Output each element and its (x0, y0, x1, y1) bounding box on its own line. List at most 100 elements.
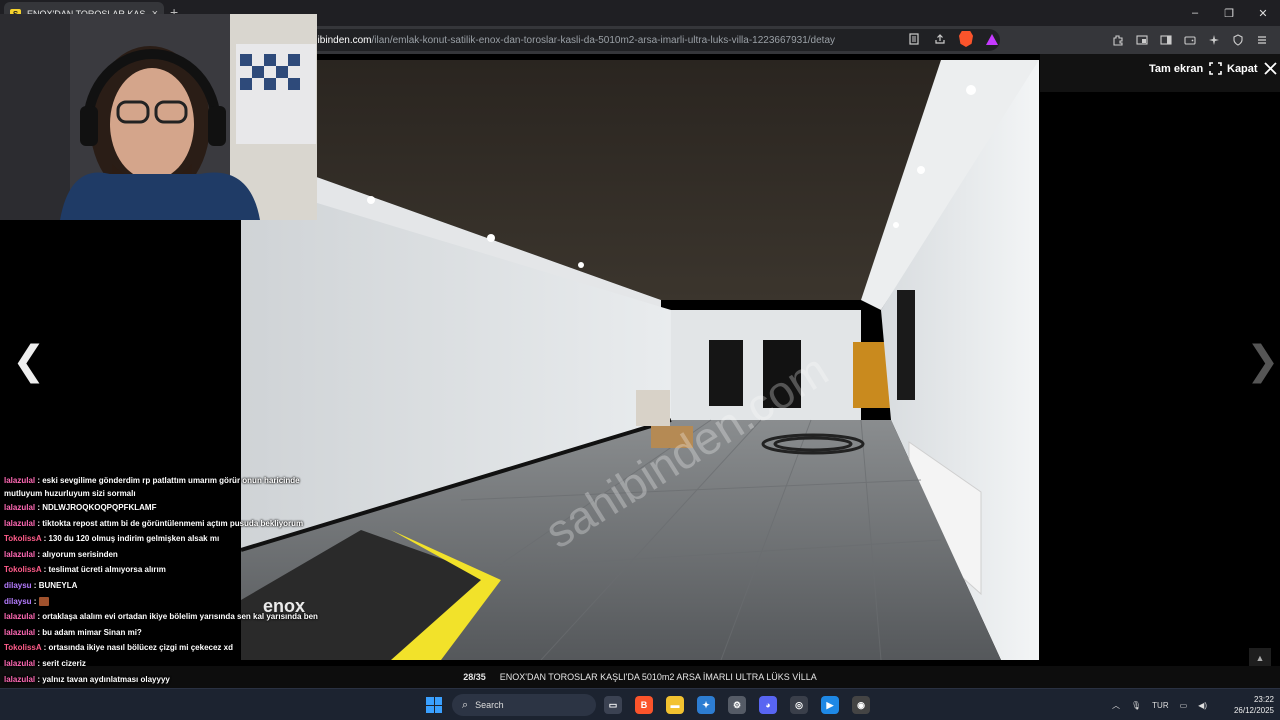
brave-rewards-icon[interactable] (984, 31, 1000, 47)
chat-username[interactable]: lalazulal (4, 503, 35, 512)
leo-ai-icon[interactable] (1206, 32, 1222, 48)
app-icon[interactable]: ✦ (697, 696, 715, 714)
chat-username[interactable]: dilaysu (4, 581, 32, 590)
chat-username[interactable]: TokolissA (4, 534, 41, 543)
chat-username[interactable]: lalazulal (4, 628, 35, 637)
listing-photo: sahibinden.com enox (241, 60, 1039, 660)
chat-text: BUNEYLA (38, 580, 78, 590)
url-domain: hibinden.com (312, 34, 372, 46)
chat-text: ortasında ikiye nasıl bölücez çizgi mi ç… (48, 643, 233, 653)
settings-gear-icon[interactable]: ⚙ (728, 696, 746, 714)
obs-icon[interactable]: ◉ (852, 696, 870, 714)
brave-browser-icon[interactable]: B (635, 696, 653, 714)
url-path: /ilan/emlak-konut-satilik-enox-dan-toros… (371, 34, 836, 46)
chat-text: serit cizeriz (42, 658, 86, 668)
reader-mode-icon[interactable] (906, 31, 922, 47)
chat-message: lalazulal : yalnız tavan aydınlatması ol… (0, 672, 320, 688)
chat-message: lalazulal : NDLWJROQKOQPQPFKLAMF (0, 500, 320, 516)
search-icon: ⌕ (462, 698, 469, 711)
next-photo-arrow[interactable]: ❯ (1246, 338, 1280, 384)
sidebar-icon[interactable] (1158, 32, 1174, 48)
chat-text: 130 du 120 olmuş indirim gelmişken alsak… (48, 534, 220, 544)
clock-time: 23:22 (1253, 695, 1274, 704)
chat-username[interactable]: lalazulal (4, 675, 35, 684)
chat-message: lalazulal : alıyorum serisinden (0, 547, 320, 563)
network-icon[interactable]: ▭ (1180, 701, 1188, 710)
extensions-icon[interactable] (1110, 32, 1126, 48)
tray-chevron-icon[interactable]: ︿ (1112, 700, 1120, 711)
chat-username[interactable]: lalazulal (4, 519, 35, 528)
windows-start-icon[interactable] (426, 697, 442, 713)
system-tray: ︿ 🎙 TUR ▭ ◀) (1112, 689, 1207, 720)
chat-username[interactable]: TokolissA (4, 643, 41, 652)
chat-message: lalazulal : eski sevgilime gönderdim rp … (0, 474, 320, 500)
chat-username[interactable]: lalazulal (4, 476, 35, 485)
search-label: Search (475, 700, 504, 710)
fullscreen-icon (1209, 62, 1223, 75)
window-controls: – ❐ ✕ (1178, 0, 1280, 26)
clock-date: 26/12/2025 (1233, 706, 1274, 715)
chat-text: eski sevgilime gönderdim rp patlattım um… (4, 476, 300, 498)
chat-username[interactable]: dilaysu (4, 597, 32, 606)
chat-message: lalazulal : tiktokta repost attım bi de … (0, 516, 320, 532)
app-arrow-icon[interactable]: ▶ (821, 696, 839, 714)
chat-message: lalazulal : serit cizeriz (0, 656, 320, 672)
share-icon[interactable] (932, 31, 948, 47)
chat-message: TokolissA : teslimat ücreti almıyorsa al… (0, 562, 320, 578)
chat-text: bu adam mimar Sinan mi? (42, 627, 142, 637)
address-bar[interactable]: hibinden.com /ilan/emlak-konut-satilik-e… (300, 29, 1000, 51)
media-icon[interactable] (1134, 32, 1150, 48)
restore-button[interactable]: ❐ (1212, 0, 1246, 26)
fullscreen-label: Tam ekran (1149, 62, 1204, 75)
toolbar-right-icons (1110, 32, 1270, 48)
chat-text: alıyorum serisinden (42, 549, 118, 559)
screen: S ENOX'DAN TOROSLAR KAŞLI'DA × + – ❐ ✕ h… (0, 0, 1280, 720)
chat-text: NDLWJROQKOQPQPFKLAMF (42, 503, 157, 512)
chat-separator: : (31, 596, 39, 606)
close-icon (1263, 62, 1277, 75)
close-label: Kapat (1227, 62, 1258, 75)
emote-icon (38, 596, 49, 606)
chat-text: tiktokta repost attım bi de görüntülenme… (42, 518, 304, 528)
chat-message: lalazulal : bu adam mimar Sinan mi? (0, 625, 320, 641)
listing-title: ENOX'DAN TOROSLAR KAŞLI'DA 5010m2 ARSA İ… (499, 672, 817, 682)
vpn-shield-icon[interactable] (1230, 32, 1246, 48)
wallet-icon[interactable] (1182, 32, 1198, 48)
chat-separator: : (31, 580, 39, 590)
system-clock[interactable]: 23:22 26/12/2025 (1224, 694, 1274, 716)
close-viewer-button[interactable]: Kapat (1227, 62, 1277, 75)
chat-text: ortaklaşa alalım evi ortadan ikiye bölel… (42, 612, 318, 622)
chat-text: teslimat ücreti almıyorsa alırım (48, 565, 166, 575)
chat-username[interactable]: TokolissA (4, 565, 41, 574)
close-window-button[interactable]: ✕ (1246, 0, 1280, 26)
brave-shields-icon[interactable] (958, 31, 974, 47)
steam-icon[interactable]: ◎ (790, 696, 808, 714)
taskbar-search[interactable]: ⌕ Search (452, 694, 596, 716)
volume-icon[interactable]: ◀) (1198, 701, 1207, 710)
chat-message: TokolissA : 130 du 120 olmuş indirim gel… (0, 531, 320, 547)
chat-username[interactable]: lalazulal (4, 550, 35, 559)
minimize-button[interactable]: – (1178, 0, 1212, 26)
chat-message: TokolissA : ortasında ikiye nasıl bölüce… (0, 640, 320, 656)
stream-chat: lalazulal : eski sevgilime gönderdim rp … (0, 474, 320, 720)
chat-text: yalnız tavan aydınlatması olayyyy (42, 674, 170, 684)
windows-taskbar: ⌕ Search ▭ B ▬ ✦ ⚙ ◕ ◎ ▶ ◉ ︿ 🎙 TUR ▭ ◀) … (0, 688, 1280, 720)
discord-icon[interactable]: ◕ (759, 696, 777, 714)
chat-message: dilaysu : BUNEYLA (0, 578, 320, 594)
webcam-overlay (0, 14, 317, 220)
task-view-icon[interactable]: ▭ (604, 696, 622, 714)
omnibox-icons (906, 31, 1000, 47)
photo-counter: 28/35 (463, 672, 486, 682)
file-explorer-icon[interactable]: ▬ (666, 696, 684, 714)
language-indicator[interactable]: TUR (1152, 701, 1168, 710)
taskbar-apps: ▭ B ▬ ✦ ⚙ ◕ ◎ ▶ ◉ (604, 696, 870, 714)
prev-photo-arrow[interactable]: ❮ (12, 338, 46, 384)
chat-username[interactable]: lalazulal (4, 659, 35, 668)
scroll-top-button[interactable]: ▲ (1249, 648, 1271, 668)
chat-message: lalazulal : ortaklaşa alalım evi ortadan… (0, 609, 320, 625)
menu-icon[interactable] (1254, 32, 1270, 48)
fullscreen-button[interactable]: Tam ekran (1149, 62, 1223, 75)
chat-message: dilaysu : (0, 594, 320, 610)
chat-username[interactable]: lalazulal (4, 612, 35, 621)
microphone-icon[interactable]: 🎙 (1131, 701, 1141, 710)
